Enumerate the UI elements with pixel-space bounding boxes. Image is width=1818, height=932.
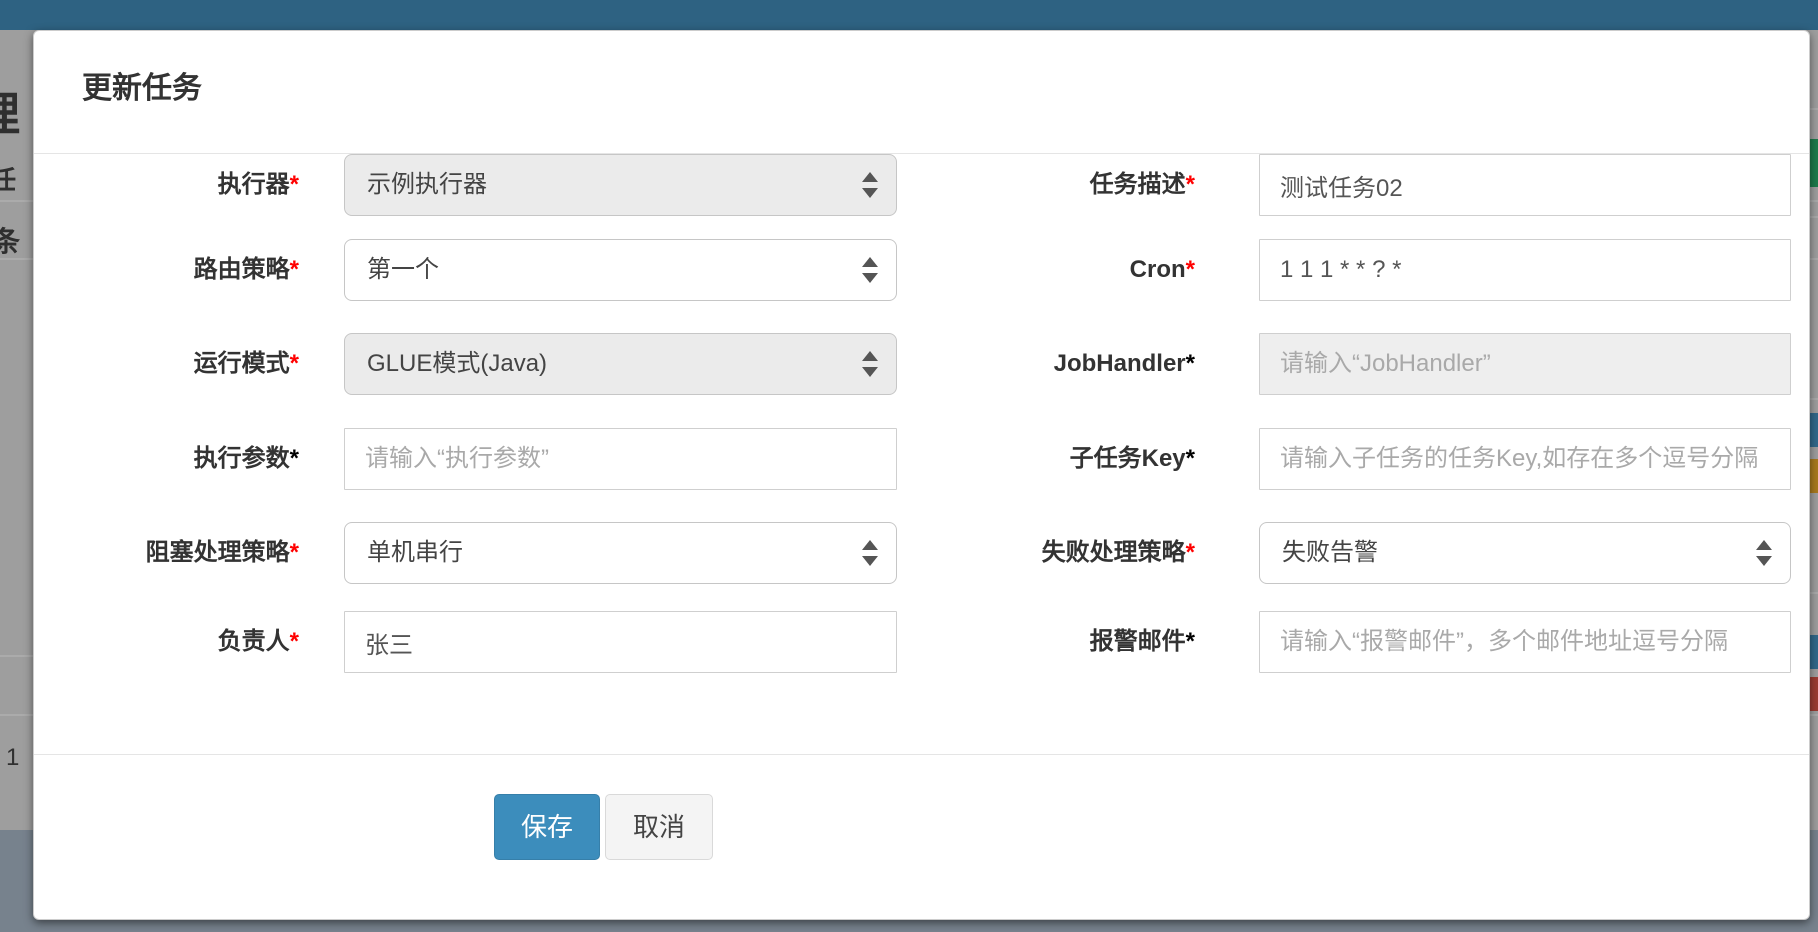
job-desc-input[interactable] [1259,154,1791,216]
alarm-email-input[interactable] [1259,611,1791,673]
fail-strategy-select[interactable]: 失败告警 [1259,522,1791,584]
author-input[interactable] [344,611,897,673]
cron-input[interactable] [1259,239,1791,301]
route-strategy-label: 路由策略* [34,239,299,301]
cancel-button[interactable]: 取消 [605,794,713,860]
child-jobkey-input[interactable] [1259,428,1791,490]
glue-type-label: 运行模式* [34,333,299,395]
executor-label: 执行器* [34,154,299,216]
job-handler-input[interactable] [1259,333,1791,395]
fail-strategy-label: 失败处理策略* [914,522,1195,584]
select-arrows-icon [862,172,878,198]
executor-param-input[interactable] [344,428,897,490]
background-text-fragment: 条 [0,220,20,260]
background-text-fragment: 任 [0,160,16,197]
save-button[interactable]: 保存 [494,794,600,860]
select-arrows-icon [862,257,878,283]
executor-param-label: 执行参数* [34,428,299,490]
background-navbar [0,0,1818,30]
job-desc-label: 任务描述* [914,154,1195,216]
executor-select[interactable]: 示例执行器 [344,154,897,216]
select-arrows-icon [862,540,878,566]
select-arrows-icon [1756,540,1772,566]
author-label: 负责人* [34,611,299,673]
job-handler-label: JobHandler* [914,333,1195,395]
block-strategy-select[interactable]: 单机串行 [344,522,897,584]
alarm-email-label: 报警邮件* [914,611,1195,673]
modal-title: 更新任务 [82,63,202,107]
background-page-number: 1 [6,744,19,772]
screen: 理 任 条 1 更新任务 执行器* 示例执行器 任务描述* 路由策略* 第一个 … [0,0,1818,932]
select-arrows-icon [862,351,878,377]
cron-label: Cron* [914,239,1195,301]
glue-type-select[interactable]: GLUE模式(Java) [344,333,897,395]
route-strategy-select[interactable]: 第一个 [344,239,897,301]
update-task-modal: 更新任务 执行器* 示例执行器 任务描述* 路由策略* 第一个 Cron* 运行… [33,30,1810,920]
block-strategy-label: 阻塞处理策略* [34,522,299,584]
background-heading-fragment: 理 [0,78,20,144]
footer-divider [34,754,1809,755]
child-jobkey-label: 子任务Key* [914,428,1195,490]
